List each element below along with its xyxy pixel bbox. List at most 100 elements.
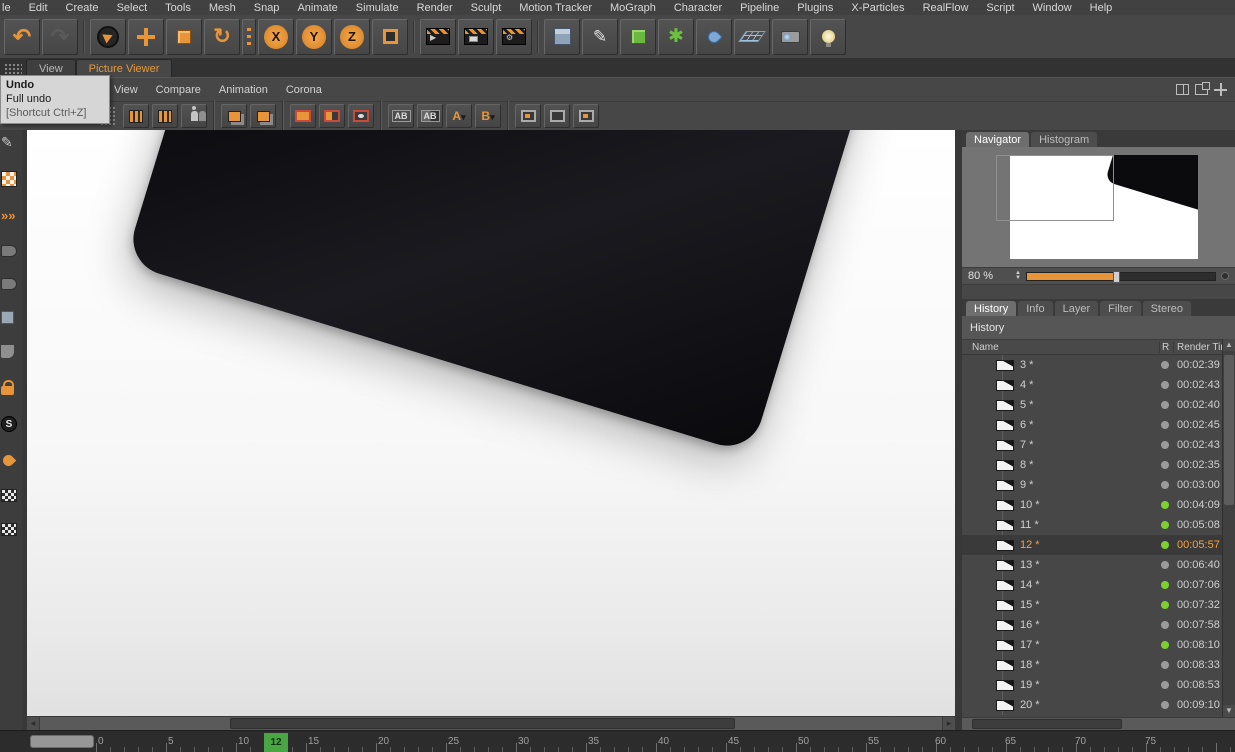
last-tool-button[interactable] [242,18,256,55]
primitive-cube-button[interactable] [544,18,580,55]
tab-info[interactable]: Info [1018,301,1053,316]
menu-tools[interactable]: Tools [156,2,200,14]
history-row[interactable]: 13 * 00:06:40 [962,555,1235,575]
menu-mesh[interactable]: Mesh [200,2,245,14]
move-tool-button[interactable] [128,18,164,55]
left-tag2-icon[interactable] [1,278,17,290]
timeline-ruler[interactable]: 0 5 10 15 20 25 30 35 40 45 50 55 60 65 … [0,730,1235,752]
subdivision-surface-button[interactable] [620,18,656,55]
left-cube-icon[interactable] [1,311,14,324]
picture-viewer-canvas[interactable]: ◂ ▸ [27,130,955,730]
pv-menu-corona[interactable]: Corona [277,84,331,96]
history-row[interactable]: 3 * 00:02:39 [962,355,1235,375]
panel-horizontal-scrollbar[interactable] [962,717,1235,730]
menu-select[interactable]: Select [108,2,157,14]
compare-overlay-button[interactable] [348,104,374,128]
history-row[interactable]: 14 * 00:07:06 [962,575,1235,595]
volume-button[interactable] [696,18,732,55]
history-row[interactable]: 9 * 00:03:00 [962,475,1235,495]
navigator-view-rectangle[interactable] [996,155,1114,221]
layers-alt-button[interactable] [250,104,276,128]
column-render-status[interactable]: R [1159,341,1173,353]
live-selection-button[interactable] [90,18,126,55]
history-row[interactable]: 19 * 00:08:53 [962,675,1235,695]
left-pen-icon[interactable]: ✎ [1,134,17,150]
menu-character[interactable]: Character [665,2,731,14]
floor-button[interactable] [734,18,770,55]
menu-simulate[interactable]: Simulate [347,2,408,14]
render-view-button[interactable]: ▶ [420,18,456,55]
left-flag2-icon[interactable] [1,523,17,536]
frame-mode-3-button[interactable] [573,104,599,128]
history-row[interactable]: 6 * 00:02:45 [962,415,1235,435]
render-settings-button[interactable]: ⚙ [496,18,532,55]
history-row[interactable]: 20 * 00:09:10 [962,695,1235,715]
layout-split-icon[interactable] [1176,84,1189,95]
history-row[interactable]: 4 * 00:02:43 [962,375,1235,395]
frame-mode-2-button[interactable] [544,104,570,128]
pv-menu-animation[interactable]: Animation [210,84,277,96]
scrollbar-thumb[interactable] [230,718,735,729]
menu-animate[interactable]: Animate [288,2,346,14]
compare-full-button[interactable] [290,104,316,128]
left-texture-icon[interactable] [1,171,17,187]
menu-help[interactable]: Help [1081,2,1122,14]
menu-snap[interactable]: Snap [245,2,289,14]
tab-history[interactable]: History [966,301,1017,316]
left-boot-icon[interactable] [1,345,14,358]
pv-menu-view[interactable]: View [112,84,147,96]
menu-x-particles[interactable]: X-Particles [842,2,913,14]
navigator-preview[interactable] [962,147,1235,267]
menu-mograph[interactable]: MoGraph [601,2,665,14]
scroll-right-icon[interactable]: ▸ [942,717,955,730]
left-tag-icon[interactable] [1,245,17,257]
undo-button[interactable]: ↶ [4,18,40,55]
history-row[interactable]: 10 * 00:04:09 [962,495,1235,515]
panel-drag-handle-icon[interactable] [4,63,22,75]
mograph-cloner-button[interactable]: ✱ [658,18,694,55]
scrollbar-thumb[interactable] [1224,355,1234,505]
spline-pen-button[interactable]: ✎ [582,18,618,55]
detach-move-icon[interactable] [1214,83,1227,96]
scale-tool-button[interactable] [166,18,202,55]
tab-filter[interactable]: Filter [1100,301,1141,316]
history-row[interactable]: 16 * 00:07:58 [962,615,1235,635]
menu-plugins[interactable]: Plugins [788,2,842,14]
column-name[interactable]: Name [972,342,1159,353]
compare-split-button[interactable] [319,104,345,128]
light-button[interactable] [810,18,846,55]
zoom-slider-handle[interactable] [1113,270,1121,283]
menu-window[interactable]: Window [1024,2,1081,14]
history-row[interactable]: 18 * 00:08:33 [962,655,1235,675]
menu-realflow[interactable]: RealFlow [914,2,978,14]
rotate-tool-button[interactable]: ↻ [204,18,240,55]
history-vertical-scrollbar[interactable]: ▲ ▼ [1222,339,1235,717]
frame-mode-1-button[interactable] [515,104,541,128]
menu-sculpt[interactable]: Sculpt [462,2,511,14]
coordinate-system-button[interactable] [372,18,408,55]
left-s-sphere-icon[interactable]: S [1,416,17,432]
save-as-button[interactable] [152,104,178,128]
scroll-down-icon[interactable]: ▼ [1223,705,1235,717]
layers-button[interactable] [221,104,247,128]
tab-stereo[interactable]: Stereo [1142,301,1191,316]
left-chevron-icon[interactable]: »» [1,208,17,224]
menu-pipeline[interactable]: Pipeline [731,2,788,14]
tab-histogram[interactable]: Histogram [1031,132,1098,147]
timeline-frame-field[interactable] [30,735,94,748]
save-image-button[interactable] [123,104,149,128]
history-row[interactable]: 15 * 00:07:32 [962,595,1235,615]
ab-compare-button[interactable]: AB [388,104,414,128]
pv-menu-compare[interactable]: Compare [147,84,210,96]
zoom-value[interactable]: 80 % [968,270,1010,282]
x-axis-lock-button[interactable]: X [258,18,294,55]
menu-edit[interactable]: Edit [20,2,57,14]
left-drop-icon[interactable] [0,452,17,469]
menu-render[interactable]: Render [408,2,462,14]
current-frame-marker[interactable]: 12 [264,733,288,752]
scroll-up-icon[interactable]: ▲ [1223,339,1235,351]
history-row-selected[interactable]: 12 * 00:05:57 [962,535,1235,555]
zoom-stepper[interactable]: ▲ ▼ [1015,270,1021,281]
set-image-a-button[interactable]: A▾ [446,104,472,128]
panel-resize-knob[interactable] [1221,272,1229,280]
